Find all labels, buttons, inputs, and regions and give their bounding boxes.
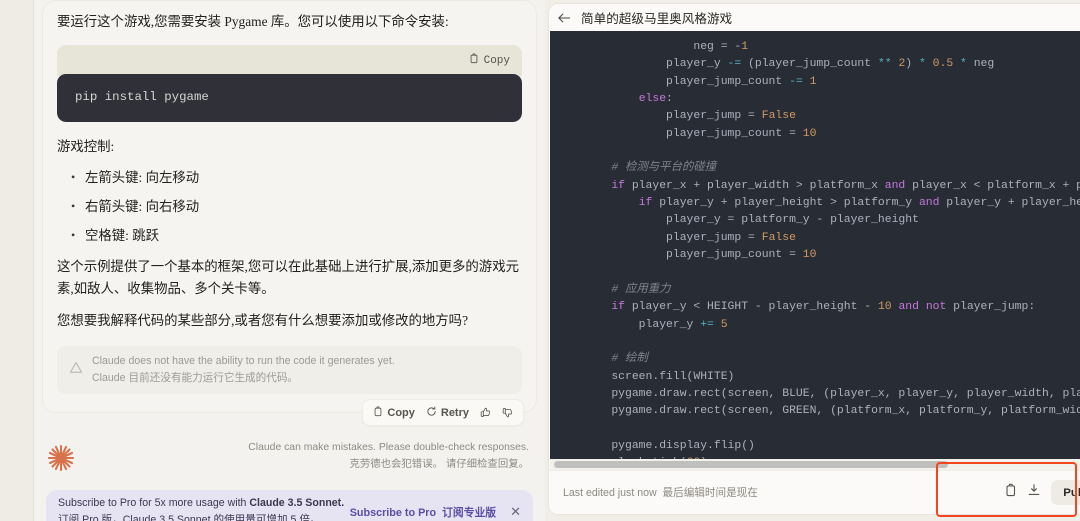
disclaimer-en: Claude can make mistakes. Please double-… <box>248 442 529 453</box>
code-block-header: Copy <box>57 45 522 76</box>
artifact-footer: Last edited just now 最后编辑时间是现在 Pu <box>549 470 1080 514</box>
promo-line-en-prefix: Subscribe to Pro for 5x more usage with <box>58 496 250 509</box>
subscribe-to-pro-button[interactable]: Subscribe to Pro 订阅专业版 <box>350 504 496 520</box>
artifact-code-viewer[interactable]: neg = -1 player_y -= (player_jump_count … <box>550 31 1080 470</box>
controls-heading: 游戏控制: <box>57 139 115 154</box>
promo-text: Subscribe to Pro for 5x more usage with … <box>58 497 350 521</box>
controls-list: 左箭头键: 向左移动 右箭头键: 向右移动 空格键: 跳跃 <box>57 167 522 246</box>
download-icon <box>1027 483 1041 502</box>
artifact-title: 简单的超级马里奥风格游戏 <box>581 12 733 26</box>
list-item: 右箭头键: 向右移动 <box>57 196 522 217</box>
close-icon[interactable]: ✕ <box>510 504 521 520</box>
chat-footer: Claude can make mistakes. Please double-… <box>34 439 545 478</box>
list-item: 左箭头键: 向左移动 <box>57 167 522 188</box>
thumbs-up-icon[interactable] <box>480 407 491 418</box>
copy-button[interactable]: Copy <box>373 406 415 420</box>
publish-button[interactable]: Publish <box>1051 480 1080 505</box>
last-edited-status: Last edited just now 最后编辑时间是现在 <box>563 485 1004 500</box>
disclaimer: Claude can make mistakes. Please double-… <box>80 439 533 473</box>
summary-paragraph: 这个示例提供了一个基本的框架,您可以在此基础上进行扩展,添加更多的游戏元素,如敌… <box>57 259 519 296</box>
code-content: neg = -1 player_y -= (player_jump_count … <box>584 41 1080 469</box>
copy-artifact-button[interactable] <box>1004 483 1017 502</box>
download-artifact-button[interactable] <box>1027 483 1041 502</box>
claude-starburst-icon <box>46 439 80 478</box>
warning-triangle-icon <box>69 361 83 379</box>
install-code-block: Copy pip install pygame <box>57 45 522 122</box>
clipboard-icon <box>1004 483 1017 502</box>
code-copy-label: Copy <box>483 54 510 67</box>
app-root: 要运行这个游戏,您需要安装 Pygame 库。您可以使用以下命令安装: Copy <box>0 0 1080 521</box>
artifact-header: 简单的超级马里奥风格游戏 ✕ <box>549 4 1080 31</box>
intro-paragraph: 要运行这个游戏,您需要安装 Pygame 库。您可以使用以下命令安装: <box>57 14 449 29</box>
promo-line-en-bold: Claude 3.5 Sonnet. <box>249 496 345 509</box>
horizontal-scrollbar-thumb[interactable] <box>554 461 948 468</box>
run-code-notice: Claude does not have the ability to run … <box>57 346 522 394</box>
chat-column: 要运行这个游戏,您需要安装 Pygame 库。您可以使用以下命令安装: Copy <box>34 0 545 521</box>
left-rail <box>0 0 34 521</box>
refresh-icon <box>426 406 437 420</box>
retry-label: Retry <box>440 406 469 419</box>
artifact-actions: Publish 发布 <box>1004 480 1080 505</box>
list-item: 空格键: 跳跃 <box>57 225 522 246</box>
notice-line-zh: Claude 目前还没有能力运行它生成的代码。 <box>92 372 299 384</box>
clipboard-icon <box>469 53 479 68</box>
question-paragraph: 您想要我解释代码的某些部分,或者您有什么想要添加或修改的地方吗? <box>57 313 469 328</box>
retry-button[interactable]: Retry <box>426 406 469 420</box>
horizontal-scrollbar[interactable] <box>550 459 1080 470</box>
thumbs-down-icon[interactable] <box>502 407 513 418</box>
run-code-notice-texts: Claude does not have the ability to run … <box>92 355 395 385</box>
back-arrow-icon[interactable] <box>557 12 571 24</box>
assistant-message-card: 要运行这个游戏,您需要安装 Pygame 库。您可以使用以下命令安装: Copy <box>42 0 537 426</box>
install-command-text: pip install pygame <box>57 74 522 122</box>
promo-cta-zh: 订阅专业版 <box>442 506 497 519</box>
last-edited-zh: 最后编辑时间是现在 <box>662 487 758 499</box>
promo-line-zh: 订阅 Pro 版，Claude 3.5 Sonnet 的使用量可增加 5 倍。 <box>58 513 321 521</box>
promo-cta-en: Subscribe to Pro <box>349 506 437 519</box>
assistant-message-body: 要运行这个游戏,您需要安装 Pygame 库。您可以使用以下命令安装: Copy <box>43 11 536 394</box>
notice-line-en: Claude does not have the ability to run … <box>92 355 395 367</box>
disclaimer-zh: 克劳德也会犯错误。 请仔细检查回复。 <box>349 459 529 470</box>
promo-line-en: Subscribe to Pro for 5x more usage with … <box>58 497 350 509</box>
artifact-panel: 简单的超级马里奥风格游戏 ✕ neg = -1 player_y -= (pla… <box>548 3 1080 515</box>
artifact-column: 简单的超级马里奥风格游戏 ✕ neg = -1 player_y -= (pla… <box>545 0 1080 521</box>
clipboard-icon <box>373 406 383 420</box>
pro-upgrade-banner: Subscribe to Pro for 5x more usage with … <box>46 490 533 521</box>
copy-label: Copy <box>387 406 415 419</box>
last-edited-en: Last edited just now <box>563 487 657 499</box>
message-action-bar: Copy Retry <box>362 399 524 426</box>
code-copy-button[interactable]: Copy <box>469 53 510 68</box>
